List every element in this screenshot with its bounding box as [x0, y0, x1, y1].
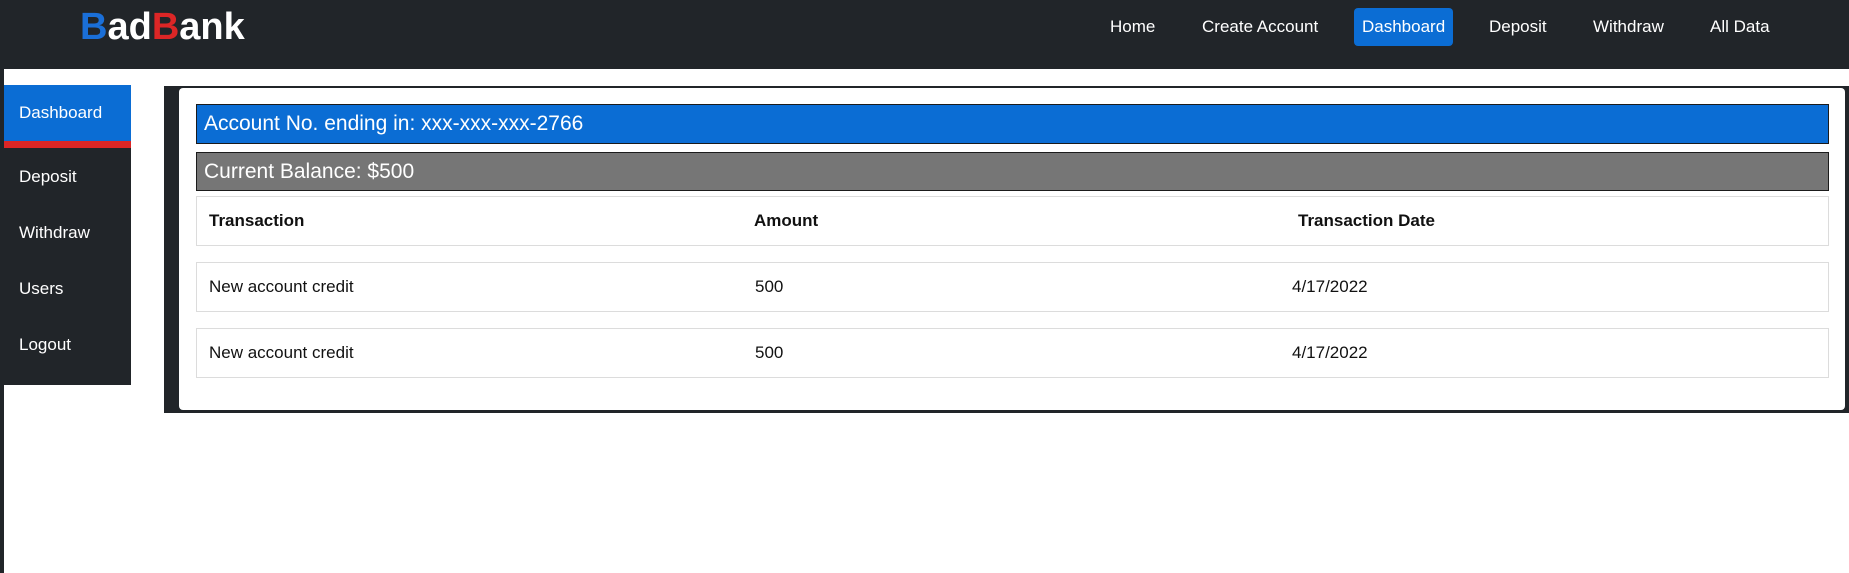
sidebar-item-users[interactable]: Users — [4, 261, 131, 317]
account-number-bar: Account No. ending in: xxx-xxx-xxx-2766 — [196, 104, 1829, 144]
cell-transaction: New account credit — [209, 343, 354, 362]
brand-text-ad: ad — [107, 6, 152, 48]
nav-all-data[interactable]: All Data — [1710, 8, 1770, 46]
dashboard-card-frame: Account No. ending in: xxx-xxx-xxx-2766 … — [164, 86, 1849, 413]
dashboard-card: Account No. ending in: xxx-xxx-xxx-2766 … — [179, 88, 1845, 410]
header-amount: Amount — [754, 211, 819, 230]
header-transaction-date: Transaction Date — [1298, 211, 1435, 230]
nav-dashboard[interactable]: Dashboard — [1354, 8, 1454, 46]
current-balance-bar: Current Balance: $500 — [196, 152, 1829, 191]
top-navbar: BadBank Home Create Account Dashboard De… — [4, 0, 1849, 69]
brand-text-ank: ank — [179, 6, 245, 48]
cell-date: 4/17/2022 — [1292, 343, 1368, 362]
brand-logo[interactable]: BadBank — [80, 4, 245, 50]
cell-amount: 500 — [755, 277, 784, 296]
cell-date: 4/17/2022 — [1292, 277, 1368, 296]
cell-amount: 500 — [755, 343, 784, 362]
sidebar-item-withdraw[interactable]: Withdraw — [4, 205, 131, 261]
sidebar-item-logout[interactable]: Logout — [4, 317, 131, 373]
brand-letter-b-red: B — [151, 6, 180, 48]
sidebar-item-deposit[interactable]: Deposit — [4, 149, 131, 205]
table-row: New account credit 500 4/17/2022 — [196, 262, 1829, 312]
table-row: New account credit 500 4/17/2022 — [196, 328, 1829, 378]
brand-letter-b-blue: B — [80, 6, 108, 48]
transactions-table-header: Transaction Amount Transaction Date — [196, 196, 1829, 246]
sidebar: Dashboard Deposit Withdraw Users Logout — [4, 85, 131, 385]
cell-transaction: New account credit — [209, 277, 354, 296]
sidebar-item-label: Users — [19, 279, 64, 298]
sidebar-item-label: Deposit — [19, 167, 77, 186]
sidebar-item-label: Logout — [19, 335, 71, 354]
sidebar-item-dashboard[interactable]: Dashboard — [4, 85, 131, 143]
nav-deposit[interactable]: Deposit — [1489, 8, 1547, 46]
header-transaction: Transaction — [209, 211, 305, 230]
sidebar-item-label: Withdraw — [19, 223, 90, 242]
sidebar-item-label: Dashboard — [19, 103, 103, 122]
nav-withdraw[interactable]: Withdraw — [1593, 8, 1664, 46]
nav-home[interactable]: Home — [1110, 8, 1155, 46]
sidebar-active-indicator — [4, 141, 131, 148]
nav-create-account[interactable]: Create Account — [1202, 8, 1318, 46]
page: BadBank Home Create Account Dashboard De… — [0, 0, 1849, 573]
